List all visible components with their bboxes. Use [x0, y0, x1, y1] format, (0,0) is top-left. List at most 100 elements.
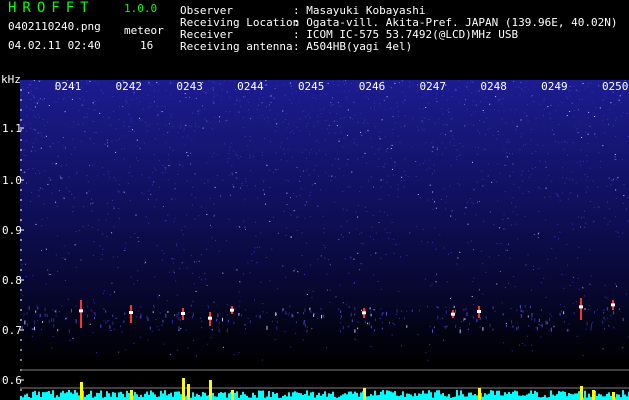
noise-dot — [139, 147, 141, 149]
noise-dot — [117, 267, 119, 269]
noise-dot — [311, 328, 313, 330]
baseline-bar — [622, 390, 624, 400]
noise-dot — [612, 125, 614, 127]
noise-dot — [196, 355, 197, 357]
noise-dot — [512, 153, 513, 155]
noise-dot — [569, 178, 571, 180]
noise-dot — [508, 282, 509, 284]
noise-dot — [48, 273, 50, 275]
baseline-bar — [516, 391, 518, 400]
noise-dot — [573, 116, 575, 118]
noise-dot — [467, 201, 469, 203]
noise-dot — [422, 228, 424, 230]
noise-dot — [41, 218, 43, 220]
noise-dot — [581, 84, 583, 86]
noise-dot — [503, 342, 505, 344]
noise-dot — [450, 252, 452, 254]
noise-dot — [353, 258, 355, 260]
noise-dot — [118, 119, 120, 121]
noise-dot — [60, 177, 62, 179]
baseline-bar — [342, 394, 344, 400]
noise-dot — [31, 150, 33, 152]
echo-dot — [152, 311, 154, 313]
noise-dot — [622, 159, 623, 161]
noise-dot — [220, 95, 222, 97]
noise-dot — [49, 274, 51, 275]
noise-dot — [340, 132, 342, 134]
noise-dot — [348, 232, 350, 234]
noise-dot — [176, 245, 178, 247]
noise-dot — [107, 213, 109, 215]
noise-dot — [467, 82, 469, 84]
echo-dot — [39, 313, 41, 318]
noise-dot — [190, 152, 192, 154]
echo-dot — [171, 319, 173, 324]
noise-dot — [386, 96, 388, 98]
noise-dot — [378, 136, 380, 138]
noise-dot — [445, 208, 447, 210]
noise-dot — [347, 186, 349, 188]
noise-dot — [152, 84, 154, 86]
noise-dot — [575, 89, 577, 91]
noise-dot — [561, 141, 563, 143]
noise-dot — [93, 241, 95, 243]
noise-dot — [370, 137, 372, 139]
noise-dot — [482, 110, 484, 111]
noise-dot — [287, 180, 289, 182]
baseline-bar — [160, 390, 162, 400]
noise-dot — [183, 129, 185, 131]
noise-dot — [555, 192, 557, 194]
noise-dot — [148, 124, 150, 126]
baseline-bar — [68, 390, 70, 400]
baseline-bar — [400, 395, 402, 400]
noise-dot — [579, 160, 581, 162]
noise-dot — [571, 171, 573, 173]
noise-dot — [250, 170, 252, 172]
noise-dot — [518, 86, 520, 88]
noise-dot — [562, 192, 564, 194]
noise-dot — [265, 105, 267, 107]
noise-dot — [180, 328, 182, 330]
noise-dot — [156, 199, 157, 201]
noise-dot — [621, 94, 623, 96]
noise-dot — [353, 142, 355, 144]
echo-dot — [207, 306, 209, 309]
echo-dot — [463, 318, 465, 322]
baseline-bar — [72, 393, 74, 400]
noise-dot — [417, 334, 419, 336]
noise-dot — [173, 272, 175, 274]
noise-dot — [239, 156, 241, 157]
noise-dot — [393, 174, 394, 176]
noise-dot — [75, 322, 77, 324]
noise-dot — [82, 226, 84, 227]
noise-dot — [528, 191, 530, 193]
noise-dot — [256, 246, 258, 248]
noise-dot — [576, 128, 578, 130]
echo-dot — [53, 318, 55, 323]
noise-dot — [482, 262, 484, 264]
noise-dot — [246, 185, 248, 187]
noise-dot — [311, 184, 313, 186]
noise-dot — [616, 285, 617, 287]
noise-dot — [52, 336, 54, 338]
noise-dot — [366, 162, 367, 164]
noise-dot — [183, 127, 185, 129]
noise-dot — [194, 130, 196, 132]
noise-dot — [330, 105, 332, 107]
noise-dot — [608, 123, 610, 125]
noise-dot — [594, 132, 596, 134]
noise-dot — [310, 149, 312, 151]
noise-dot — [62, 137, 64, 139]
noise-dot — [147, 106, 149, 108]
noise-dot — [392, 323, 394, 324]
noise-dot — [625, 141, 627, 142]
noise-dot — [604, 284, 606, 286]
noise-dot — [606, 185, 608, 187]
noise-dot — [477, 130, 478, 131]
noise-dot — [273, 97, 275, 99]
noise-dot — [225, 110, 227, 112]
noise-dot — [218, 82, 220, 84]
echo-dot — [57, 329, 59, 332]
noise-dot — [582, 83, 584, 84]
noise-dot — [584, 226, 585, 228]
